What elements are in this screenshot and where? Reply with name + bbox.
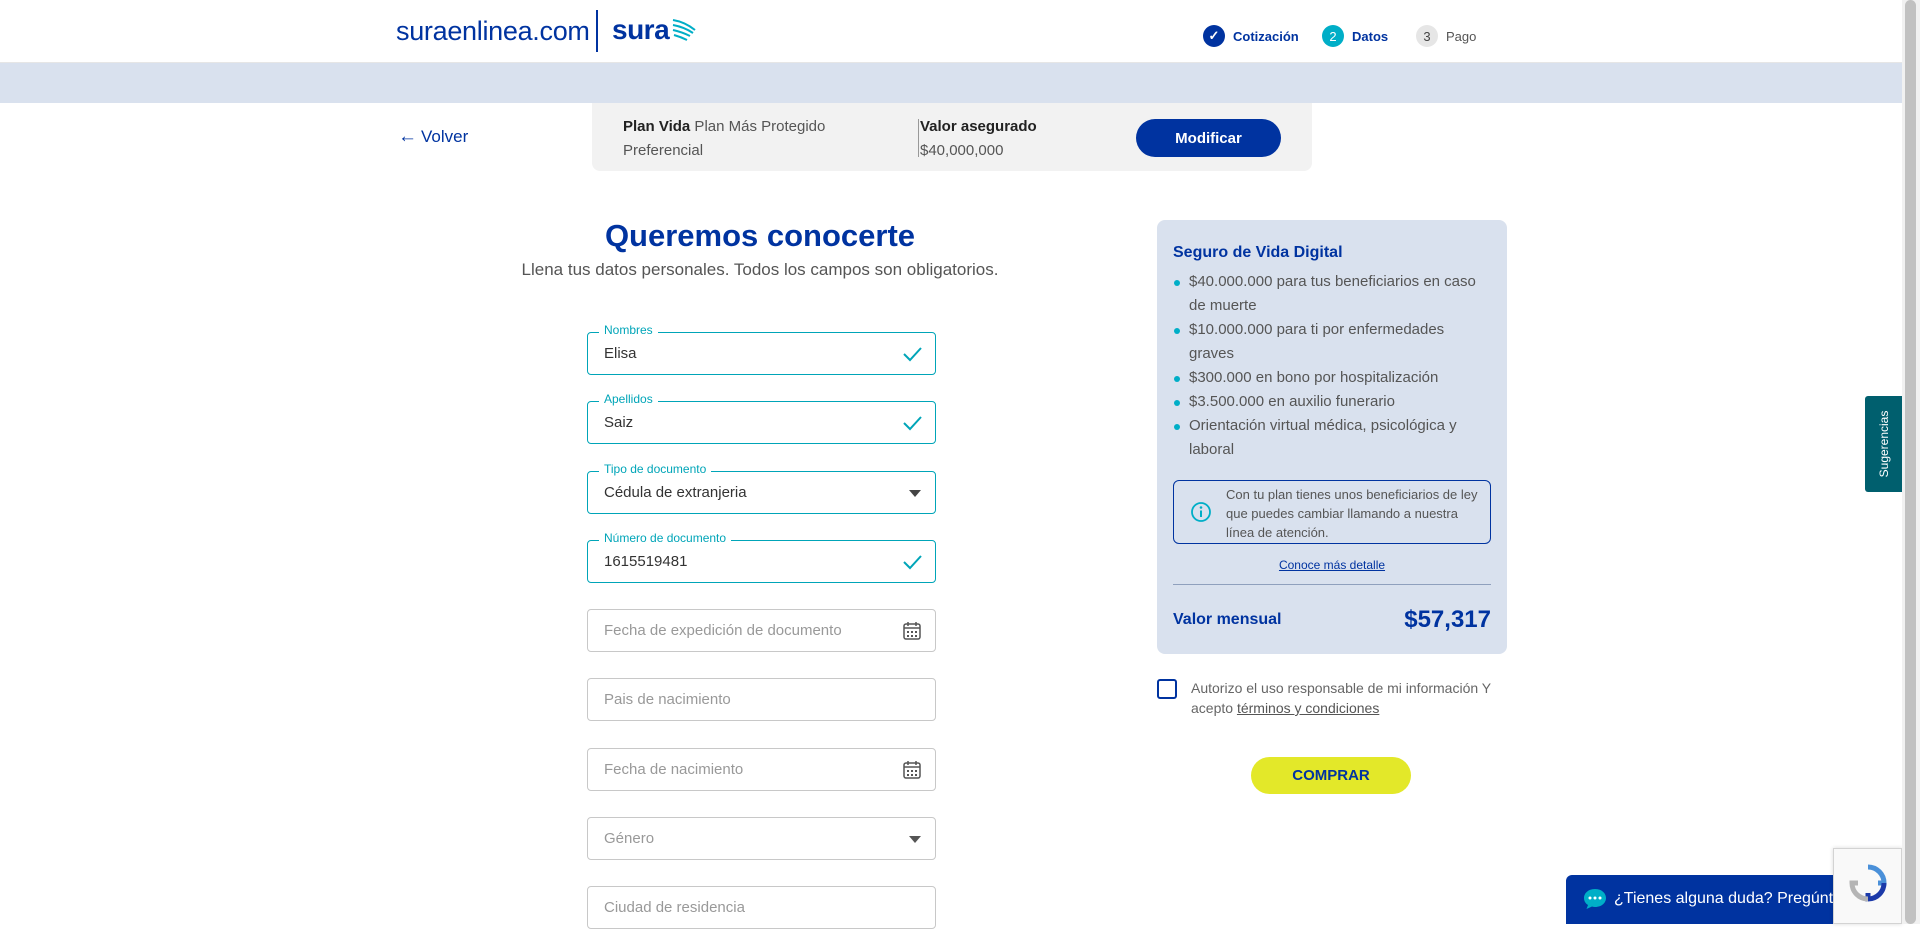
insured-value-label: Valor asegurado	[920, 118, 1037, 135]
field-value: Elisa	[604, 345, 637, 362]
field-placeholder: Género	[604, 830, 655, 847]
birth-country-field[interactable]: Pais de nacimiento	[587, 678, 936, 721]
step-label: Cotización	[1233, 28, 1299, 44]
gender-select[interactable]: Género	[587, 817, 936, 860]
step-pago: 3 Pago	[1416, 25, 1476, 47]
document-number-field[interactable]: Número de documento 1615519481	[587, 531, 936, 583]
surnames-field[interactable]: Apellidos Saiz	[587, 392, 936, 444]
scrollbar-thumb[interactable]	[1905, 0, 1916, 924]
site-header: suraenlinea.com sura ✓ Cotización 2 Dato…	[0, 0, 1902, 63]
plan-summary: Plan Vida Plan Más Protegido Preferencia…	[592, 103, 1312, 171]
step-cotizacion: ✓ Cotización	[1203, 25, 1299, 47]
benefit-item: $3.500.000 en auxilio funerario	[1173, 390, 1493, 414]
field-placeholder: Ciudad de residencia	[604, 899, 745, 916]
divider	[1173, 584, 1491, 585]
issue-date-field[interactable]: Fecha de expedición de documento	[587, 609, 936, 652]
field-value: Cédula de extranjeria	[604, 484, 747, 501]
monthly-value-amount: $57,317	[1404, 606, 1491, 633]
step-number: 2	[1322, 25, 1344, 47]
calendar-icon[interactable]	[901, 759, 923, 781]
check-icon	[903, 555, 922, 570]
step-label: Datos	[1352, 28, 1389, 44]
insured-value-amount: $40,000,000	[920, 142, 1004, 159]
info-text: Con tu plan tienes unos beneficiarios de…	[1226, 487, 1478, 540]
benefit-item: Orientación virtual médica, psicológica …	[1173, 414, 1493, 462]
card-title: Seguro de Vida Digital	[1173, 244, 1343, 261]
header-band	[0, 63, 1902, 103]
field-label: Tipo de documento	[599, 462, 712, 476]
plan-name-bold: Plan Vida	[623, 118, 691, 135]
residence-city-field[interactable]: Ciudad de residencia	[587, 886, 936, 929]
step-label: Pago	[1446, 28, 1477, 44]
more-details-link[interactable]: Conoce más detalle	[1157, 558, 1507, 572]
names-field[interactable]: Nombres Elisa	[587, 323, 936, 375]
chat-label: ¿Tienes alguna duda? Pregúntanos	[1614, 890, 1868, 907]
check-icon	[903, 347, 922, 362]
plan-name: Plan Vida Plan Más Protegido Preferencia…	[623, 115, 873, 163]
back-link[interactable]: ← Volver	[398, 126, 468, 148]
logo-divider	[596, 10, 598, 52]
back-label: Volver	[421, 127, 469, 146]
caret-down-icon	[909, 836, 921, 843]
terms-link[interactable]: términos y condiciones	[1237, 700, 1379, 716]
benefits-list: $40.000.000 para tus beneficiarios en ca…	[1173, 270, 1493, 462]
field-label: Apellidos	[599, 392, 658, 406]
field-placeholder: Fecha de nacimiento	[604, 761, 744, 778]
recaptcha-badge[interactable]	[1833, 848, 1902, 924]
field-placeholder: Fecha de expedición de documento	[604, 622, 842, 639]
arrow-left-icon: ←	[398, 126, 417, 147]
step-number: 3	[1416, 25, 1438, 47]
buy-button[interactable]: COMPRAR	[1251, 757, 1411, 794]
sura-wing-icon	[672, 19, 696, 41]
info-icon	[1191, 502, 1211, 522]
logo-suraenlinea[interactable]: suraenlinea.com	[396, 16, 590, 47]
suggestions-label: Sugerencias	[1876, 410, 1891, 478]
birth-date-field[interactable]: Fecha de nacimiento	[587, 748, 936, 791]
consent-text: Autorizo el uso responsable de mi inform…	[1191, 678, 1511, 718]
check-icon: ✓	[1203, 25, 1225, 47]
consent-checkbox[interactable]	[1157, 679, 1177, 699]
check-icon	[903, 416, 922, 431]
suggestions-tab[interactable]: Sugerencias	[1865, 396, 1902, 492]
benefit-item: $300.000 en bono por hospitalización	[1173, 366, 1493, 390]
field-label: Número de documento	[599, 531, 732, 545]
document-type-select[interactable]: Tipo de documento Cédula de extranjeria	[587, 462, 936, 514]
chat-widget[interactable]: ¿Tienes alguna duda? Pregúntanos	[1566, 875, 1872, 924]
modify-button[interactable]: Modificar	[1136, 119, 1281, 157]
plan-divider	[918, 119, 919, 157]
beneficiaries-info: Con tu plan tienes unos beneficiarios de…	[1173, 480, 1491, 544]
field-placeholder: Pais de nacimiento	[604, 691, 731, 708]
field-label: Nombres	[599, 323, 658, 337]
insured-value: Valor asegurado $40,000,000	[920, 115, 1037, 163]
recaptcha-icon	[1849, 864, 1887, 902]
benefit-item: $10.000.000 para ti por enfermedades gra…	[1173, 318, 1493, 366]
page-subtitle: Llena tus datos personales. Todos los ca…	[521, 260, 999, 279]
field-value: Saiz	[604, 414, 634, 431]
logo-sura[interactable]: sura	[612, 14, 670, 46]
field-value: 1615519481	[604, 553, 688, 570]
benefit-item: $40.000.000 para tus beneficiarios en ca…	[1173, 270, 1493, 318]
step-datos: 2 Datos	[1322, 25, 1388, 47]
chat-bubble-icon	[1584, 889, 1606, 909]
calendar-icon[interactable]	[901, 620, 923, 642]
monthly-value-label: Valor mensual	[1173, 611, 1282, 628]
page-title: Queremos conocerte	[604, 218, 916, 253]
insurance-summary-card: Seguro de Vida Digital $40.000.000 para …	[1157, 220, 1507, 654]
caret-down-icon	[909, 490, 921, 497]
